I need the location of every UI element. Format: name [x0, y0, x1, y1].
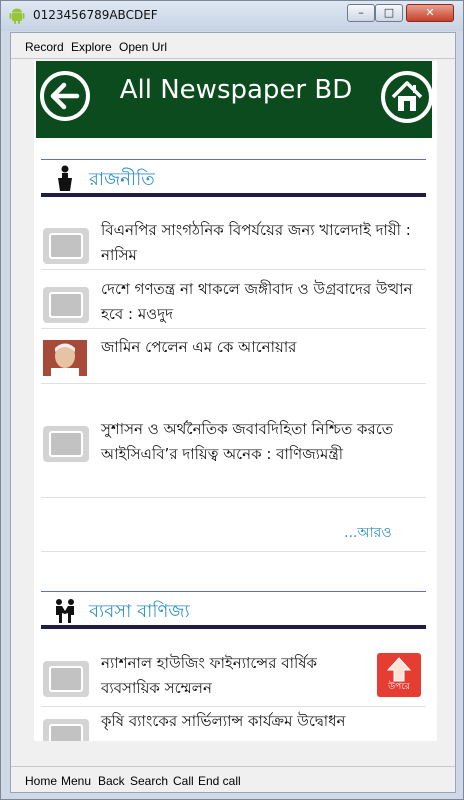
end-call-key[interactable]: End call	[198, 774, 241, 788]
back-button[interactable]	[40, 71, 90, 121]
window-title: 0123456789ABCDEF	[33, 8, 158, 22]
news-headline: জামিন পেলেন এম কে আনোয়ার	[101, 338, 297, 356]
image-placeholder-icon	[43, 228, 89, 264]
news-item[interactable]: দেশে গণতন্ত্র না থাকলে জঙ্গীবাদ ও উগ্রবা…	[41, 273, 426, 329]
person-photo-icon	[43, 340, 87, 376]
app-header: All Newspaper BD	[36, 61, 433, 138]
image-placeholder-icon	[43, 719, 89, 741]
emulator-body: Record Explore Open Url All Newspaper BD	[10, 32, 456, 793]
image-placeholder-icon	[43, 287, 89, 323]
menu-key[interactable]: Menu	[61, 774, 91, 788]
menu-open-url[interactable]: Open Url	[119, 40, 167, 54]
close-button[interactable]: ✕	[406, 4, 454, 22]
back-arrow-icon	[50, 82, 80, 110]
news-item[interactable]: জামিন পেলেন এম কে আনোয়ার	[41, 332, 426, 384]
home-icon	[391, 81, 423, 111]
news-item[interactable]: সুশাসন ও অর্থনৈতিক জবাবদিহিতা নিশ্চিত কর…	[41, 388, 426, 498]
news-photo	[43, 340, 87, 376]
news-item[interactable]: কৃষি ব্যাংকের সার্ভিল্যান্স কার্যক্রম উদ…	[41, 709, 426, 741]
news-headline: সুশাসন ও অর্থনৈতিক জবাবদিহিতা নিশ্চিত কর…	[101, 420, 394, 463]
image-placeholder-icon	[43, 426, 89, 462]
app-screen: All Newspaper BD রাজনীতি বিএনপির সাংগঠনি…	[34, 61, 437, 741]
app-title: All Newspaper BD	[119, 75, 353, 105]
bottom-bar: Home Menu Back Search Call End call	[11, 766, 455, 792]
android-icon	[9, 8, 25, 24]
section-title: ব্যবসা বাণিজ্য	[89, 601, 190, 622]
scroll-top-label: উপরে	[388, 682, 410, 692]
news-headline: বিএনপির সাংগঠনিক বিপর্যয়ের জন্য খালেদাই…	[101, 221, 411, 264]
home-button[interactable]	[381, 71, 433, 123]
menu-record[interactable]: Record	[25, 40, 64, 54]
news-headline: ন্যাশনাল হাউজিং ফাইন্যান্সের বার্ষিক ব্য…	[101, 654, 317, 697]
scroll-top-button[interactable]: উপরে	[377, 653, 421, 697]
news-item[interactable]: ন্যাশনাল হাউজিং ফাইন্যান্সের বার্ষিক ব্য…	[41, 647, 426, 707]
news-headline: দেশে গণতন্ত্র না থাকলে জঙ্গীবাদ ও উগ্রবা…	[101, 280, 413, 323]
emulator-window: 0123456789ABCDEF – □ ✕ Record Explore Op…	[0, 0, 464, 800]
podium-speaker-icon	[58, 165, 72, 191]
menu-explore[interactable]: Explore	[71, 40, 112, 54]
news-item[interactable]: বিএনপির সাংগঠনিক বিপর্যয়ের জন্য খালেদাই…	[41, 216, 426, 270]
home-key[interactable]: Home	[25, 774, 57, 788]
section-title: রাজনীতি	[89, 169, 155, 190]
maximize-button[interactable]: □	[375, 4, 403, 22]
search-key[interactable]: Search	[130, 774, 168, 788]
title-bar: 0123456789ABCDEF – □ ✕	[1, 1, 463, 31]
call-key[interactable]: Call	[173, 774, 194, 788]
more-link[interactable]: ...আরও	[344, 521, 392, 545]
image-placeholder-icon	[43, 661, 89, 697]
minimize-button[interactable]: –	[347, 4, 375, 22]
section-header-politics: রাজনীতি	[41, 159, 426, 197]
news-headline: কৃষি ব্যাংকের সার্ভিল্যান্স কার্যক্রম উদ…	[101, 712, 346, 730]
menu-bar: Record Explore Open Url	[11, 33, 455, 59]
back-key[interactable]: Back	[98, 774, 125, 788]
handshake-people-icon	[56, 599, 74, 623]
section-header-business: ব্যবসা বাণিজ্য	[41, 591, 426, 629]
